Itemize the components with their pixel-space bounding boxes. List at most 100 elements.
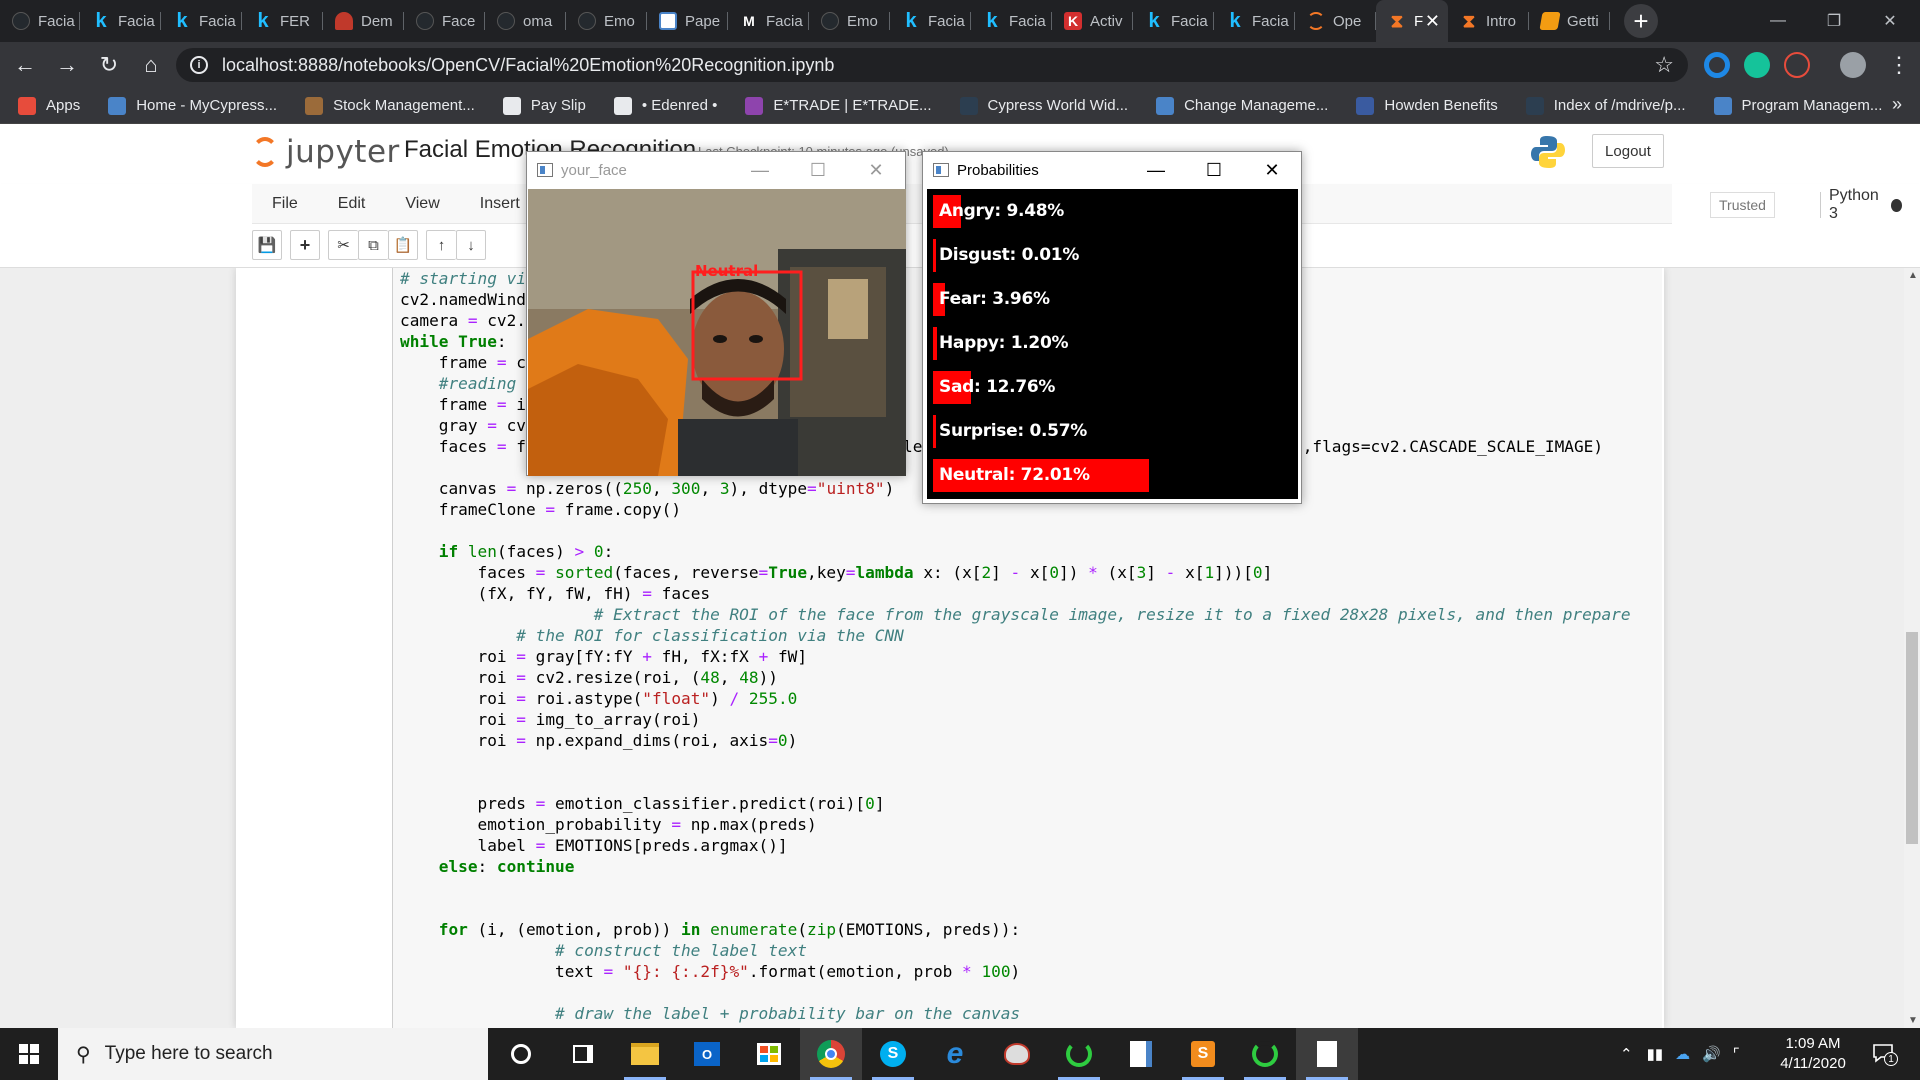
trusted-indicator[interactable]: Trusted xyxy=(1710,192,1775,218)
kebab-menu-icon[interactable]: ⋮ xyxy=(1888,52,1910,78)
your-face-titlebar[interactable]: your_face — ☐ ✕ xyxy=(527,152,905,188)
browser-tab[interactable]: Facia xyxy=(0,0,80,42)
bookmark-item[interactable]: • Edenred • xyxy=(613,96,717,115)
wifi-icon[interactable]: ⌜ xyxy=(1733,1045,1740,1063)
jupyter-logo[interactable]: jupyter xyxy=(252,134,400,170)
onedrive-cloud-icon[interactable]: ☁ xyxy=(1675,1045,1690,1063)
maximize-icon[interactable]: ☐ xyxy=(1185,152,1243,188)
minimize-icon[interactable]: — xyxy=(1127,152,1185,188)
bookmark-item[interactable]: Howden Benefits xyxy=(1356,96,1498,115)
address-bar[interactable]: i localhost:8888/notebooks/OpenCV/Facial… xyxy=(176,48,1688,82)
scroll-up-icon[interactable]: ▲ xyxy=(1908,270,1918,281)
info-icon[interactable]: i xyxy=(190,56,208,74)
menu-file[interactable]: File xyxy=(252,195,318,213)
volume-icon[interactable]: 🔊 xyxy=(1702,1045,1721,1063)
close-window-button[interactable]: ✕ xyxy=(1862,0,1918,42)
tab-close-icon[interactable]: ✕ xyxy=(1425,11,1440,32)
close-icon[interactable]: ✕ xyxy=(1243,152,1301,188)
forward-arrow-icon[interactable]: → xyxy=(50,48,84,82)
sublime-text-icon[interactable]: S xyxy=(1172,1028,1234,1080)
bookmark-item[interactable]: Cypress World Wid... xyxy=(959,96,1128,115)
browser-tab[interactable]: ⧗ F ✕ xyxy=(1376,0,1448,42)
cut-icon[interactable]: ✂ xyxy=(328,230,358,260)
notification-center-icon[interactable]: 1 xyxy=(1872,1042,1898,1066)
copy-icon[interactable]: ⧉ xyxy=(358,230,388,260)
browser-tab[interactable]: Ope xyxy=(1295,0,1376,42)
probabilities-window[interactable]: Probabilities — ☐ ✕ Angry: 9.48% Disgust:… xyxy=(922,151,1302,504)
task-view-icon[interactable] xyxy=(552,1028,614,1080)
bookmark-item[interactable]: Home - MyCypress... xyxy=(108,96,277,115)
browser-tab[interactable]: oma xyxy=(485,0,566,42)
chrome-icon[interactable] xyxy=(800,1028,862,1080)
browser-tab[interactable]: M Facia xyxy=(728,0,809,42)
bookmark-item[interactable]: Apps xyxy=(18,96,80,115)
extension-circle-icon[interactable] xyxy=(1704,52,1730,78)
scroll-down-icon[interactable]: ▼ xyxy=(1908,1015,1918,1026)
menu-edit[interactable]: Edit xyxy=(318,195,386,213)
taskbar-clock[interactable]: 1:09 AM 4/11/2020 xyxy=(1768,1034,1858,1074)
avatar[interactable] xyxy=(1840,52,1866,78)
probability-label: Surprise: 0.57% xyxy=(939,421,1087,441)
close-icon[interactable]: ✕ xyxy=(847,152,905,188)
scrollbar-thumb[interactable] xyxy=(1906,632,1918,844)
browser-tab[interactable]: k Facia xyxy=(971,0,1052,42)
minimize-button[interactable]: — xyxy=(1750,0,1806,42)
browser-tab[interactable]: k Facia xyxy=(80,0,161,42)
skype-icon[interactable]: S xyxy=(862,1028,924,1080)
bookmark-item[interactable]: Index of /mdrive/p... xyxy=(1525,96,1686,115)
reload-icon[interactable]: ↻ xyxy=(92,48,126,82)
add-cell-icon[interactable]: + xyxy=(290,230,320,260)
bookmark-item[interactable]: Pay Slip xyxy=(502,96,586,115)
logout-button[interactable]: Logout xyxy=(1592,134,1664,168)
browser-tab[interactable]: Emo xyxy=(566,0,647,42)
blank-document-icon[interactable] xyxy=(1296,1028,1358,1080)
browser-tab[interactable]: Face xyxy=(404,0,485,42)
cortana-icon[interactable] xyxy=(490,1028,552,1080)
maximize-icon[interactable]: ☐ xyxy=(789,152,847,188)
new-tab-button[interactable]: + xyxy=(1624,4,1658,38)
bookmark-item[interactable]: Stock Management... xyxy=(305,96,475,115)
bookmark-item[interactable]: E*TRADE | E*TRADE... xyxy=(745,96,932,115)
browser-tab[interactable]: Getti xyxy=(1529,0,1610,42)
paste-icon[interactable]: 📋 xyxy=(388,230,418,260)
browser-tab[interactable]: Dem xyxy=(323,0,404,42)
back-arrow-icon[interactable]: ← xyxy=(8,48,42,82)
paint-icon[interactable] xyxy=(986,1028,1048,1080)
save-icon[interactable]: 💾 xyxy=(252,230,282,260)
browser-tab[interactable]: k Facia xyxy=(161,0,242,42)
browser-tab[interactable]: k Facia xyxy=(890,0,971,42)
bookmarks-overflow-button[interactable]: » xyxy=(1892,94,1902,115)
browser-tab[interactable]: Emo xyxy=(809,0,890,42)
browser-tab[interactable]: k Facia xyxy=(1214,0,1295,42)
outlook-icon[interactable]: O xyxy=(676,1028,738,1080)
browser-tab[interactable]: K Activ xyxy=(1052,0,1133,42)
store-icon[interactable] xyxy=(738,1028,800,1080)
spinner-app-icon[interactable] xyxy=(1048,1028,1110,1080)
grammarly-icon[interactable] xyxy=(1744,52,1770,78)
bookmark-star-icon[interactable]: ☆ xyxy=(1654,52,1674,78)
bookmark-item[interactable]: Change Manageme... xyxy=(1156,96,1328,115)
browser-tab[interactable]: ⧗ Intro xyxy=(1448,0,1529,42)
minimize-icon[interactable]: — xyxy=(731,152,789,188)
browser-tab[interactable]: k FER xyxy=(242,0,323,42)
move-down-icon[interactable]: ↓ xyxy=(456,230,486,260)
probabilities-titlebar[interactable]: Probabilities — ☐ ✕ xyxy=(923,152,1301,188)
windows-start-icon[interactable] xyxy=(0,1028,58,1080)
edge-icon[interactable]: e xyxy=(924,1028,986,1080)
blocker-icon[interactable] xyxy=(1784,52,1810,78)
file-explorer-icon[interactable] xyxy=(614,1028,676,1080)
spinner-app-icon-2[interactable] xyxy=(1234,1028,1296,1080)
restore-button[interactable]: ❐ xyxy=(1806,0,1862,42)
battery-icon[interactable]: ▮▮ xyxy=(1647,1045,1664,1063)
move-up-icon[interactable]: ↑ xyxy=(426,230,456,260)
taskbar-search-box[interactable]: ⚲ Type here to search xyxy=(58,1028,488,1080)
document-viewer-icon[interactable] xyxy=(1110,1028,1172,1080)
browser-tab[interactable]: Pape xyxy=(647,0,728,42)
menu-view[interactable]: View xyxy=(385,195,459,213)
home-icon[interactable]: ⌂ xyxy=(134,48,168,82)
bookmark-item[interactable]: Program Managem... xyxy=(1713,96,1882,115)
browser-tab[interactable]: k Facia xyxy=(1133,0,1214,42)
your-face-window[interactable]: your_face — ☐ ✕ Neutral xyxy=(526,151,906,476)
vertical-scrollbar[interactable]: ▲ ▼ xyxy=(1904,268,1920,1028)
chevron-up-icon[interactable]: ⌃ xyxy=(1620,1045,1633,1063)
